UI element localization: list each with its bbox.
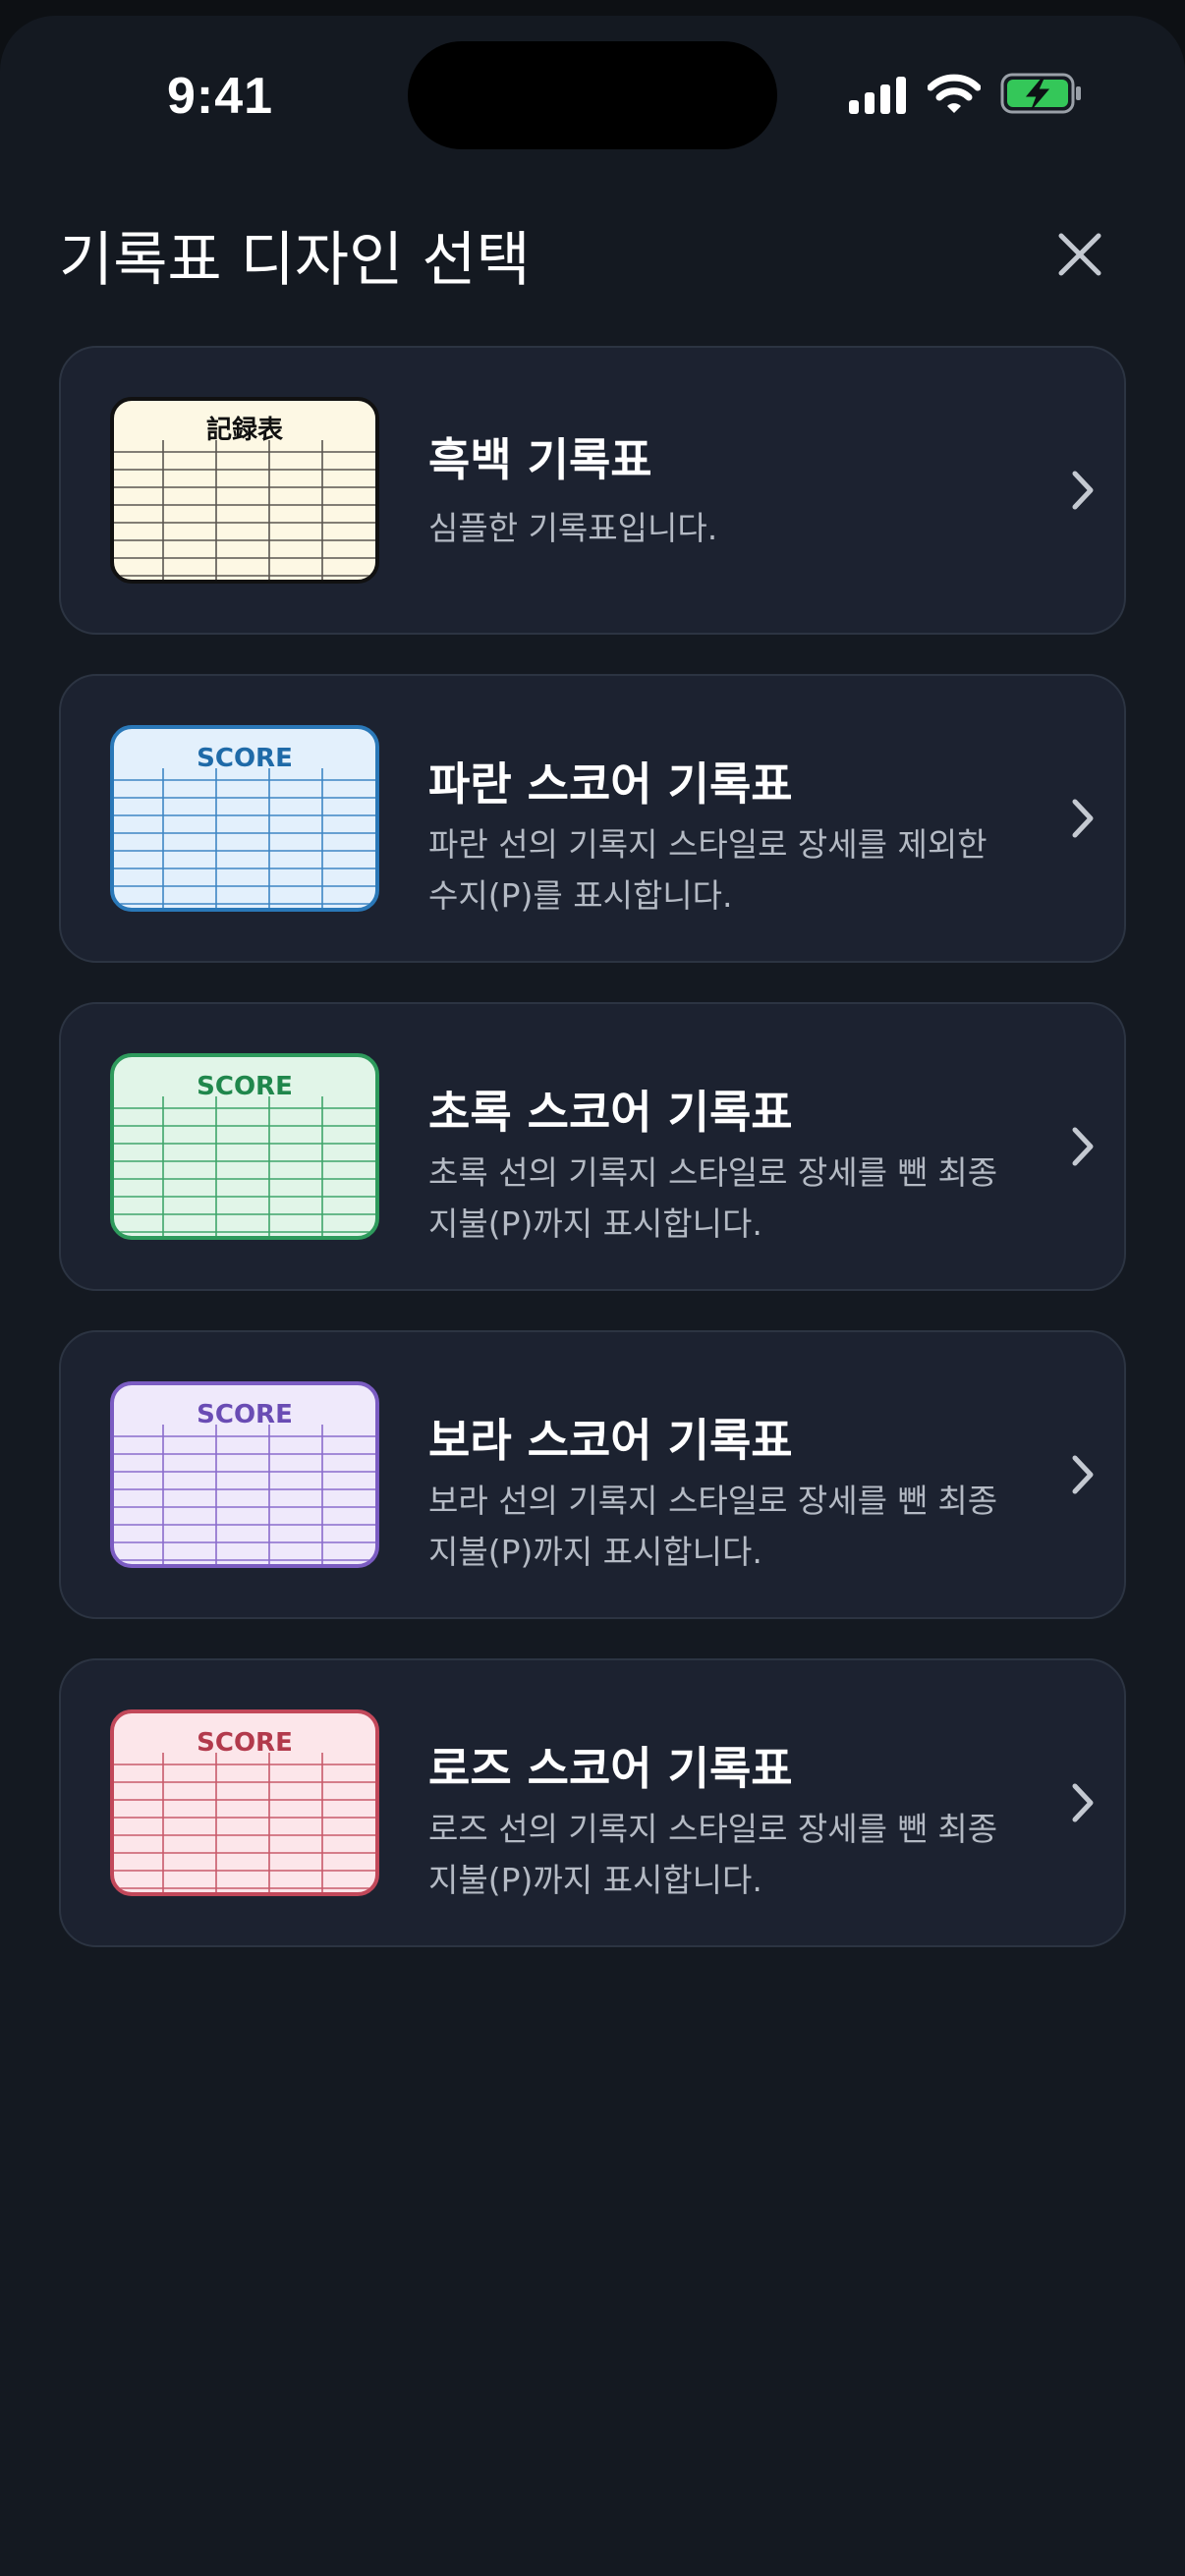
design-description: 보라 선의 기록지 스타일로 장세를 뺀 최종 지불(P)까지 표시합니다.: [428, 1482, 998, 1571]
chevron-right-icon: [1072, 799, 1094, 838]
wifi-icon: [928, 74, 981, 113]
design-list: 記録表 흑백 기록표 심플한 기록표입니다. SCORE 파란 스코어 기록표 …: [59, 346, 1126, 1987]
sheet-label: SCORE: [197, 1072, 293, 1101]
score-sheet-graphic: 記録表: [114, 415, 375, 580]
design-thumbnail: SCORE: [110, 1053, 379, 1240]
design-card-green[interactable]: SCORE 초록 스코어 기록표 초록 선의 기록지 스타일로 장세를 뺀 최종…: [59, 1002, 1126, 1291]
design-card-blue[interactable]: SCORE 파란 스코어 기록표 파란 선의 기록지 스타일로 장세를 제외한 …: [59, 674, 1126, 963]
sheet-label: SCORE: [197, 744, 293, 773]
score-sheet-graphic: SCORE: [114, 744, 375, 908]
sheet-label: 記録表: [206, 415, 284, 445]
dynamic-island: [408, 41, 777, 149]
design-title: 로즈 스코어 기록표: [428, 1742, 793, 1795]
design-thumbnail: SCORE: [110, 1709, 379, 1896]
status-bar: 9:41: [0, 16, 1185, 183]
design-card-purple[interactable]: SCORE 보라 스코어 기록표 보라 선의 기록지 스타일로 장세를 뺀 최종…: [59, 1330, 1126, 1619]
cellular-signal-icon: [849, 77, 906, 114]
screen: 9:41 기록표 디자인 선택 記録表 흑백 기록표 심플한 기록표입니다. S…: [0, 16, 1185, 2576]
sheet-label: SCORE: [197, 1400, 293, 1429]
design-card-mono[interactable]: 記録表 흑백 기록표 심플한 기록표입니다.: [59, 346, 1126, 635]
close-icon: [1058, 233, 1101, 276]
design-thumbnail: 記録表: [110, 397, 379, 584]
design-title: 초록 스코어 기록표: [428, 1086, 793, 1139]
sheet-label: SCORE: [197, 1728, 293, 1758]
design-card-rose[interactable]: SCORE 로즈 스코어 기록표 로즈 선의 기록지 스타일로 장세를 뺀 최종…: [59, 1658, 1126, 1947]
score-sheet-graphic: SCORE: [114, 1400, 375, 1564]
design-description: 로즈 선의 기록지 스타일로 장세를 뺀 최종 지불(P)까지 표시합니다.: [428, 1810, 998, 1899]
chevron-right-icon: [1072, 471, 1094, 510]
score-sheet-graphic: SCORE: [114, 1728, 375, 1892]
design-description: 파란 선의 기록지 스타일로 장세를 제외한 수지(P)를 표시합니다.: [428, 825, 988, 915]
design-description: 초록 선의 기록지 스타일로 장세를 뺀 최종 지불(P)까지 표시합니다.: [428, 1153, 998, 1243]
design-description: 심플한 기록표입니다.: [428, 509, 718, 547]
design-thumbnail: SCORE: [110, 1381, 379, 1568]
design-title: 보라 스코어 기록표: [428, 1414, 793, 1467]
design-title: 흑백 기록표: [428, 433, 652, 486]
header: 기록표 디자인 선택: [0, 183, 1185, 310]
status-time: 9:41: [167, 68, 274, 125]
chevron-right-icon: [1072, 1783, 1094, 1822]
score-sheet-graphic: SCORE: [114, 1072, 375, 1236]
battery-charging-icon: [1000, 73, 1081, 114]
chevron-right-icon: [1072, 1455, 1094, 1494]
design-title: 파란 스코어 기록표: [428, 757, 793, 811]
close-button[interactable]: [1045, 220, 1114, 289]
chevron-right-icon: [1072, 1127, 1094, 1166]
design-thumbnail: SCORE: [110, 725, 379, 912]
page-title: 기록표 디자인 선택: [59, 226, 531, 295]
